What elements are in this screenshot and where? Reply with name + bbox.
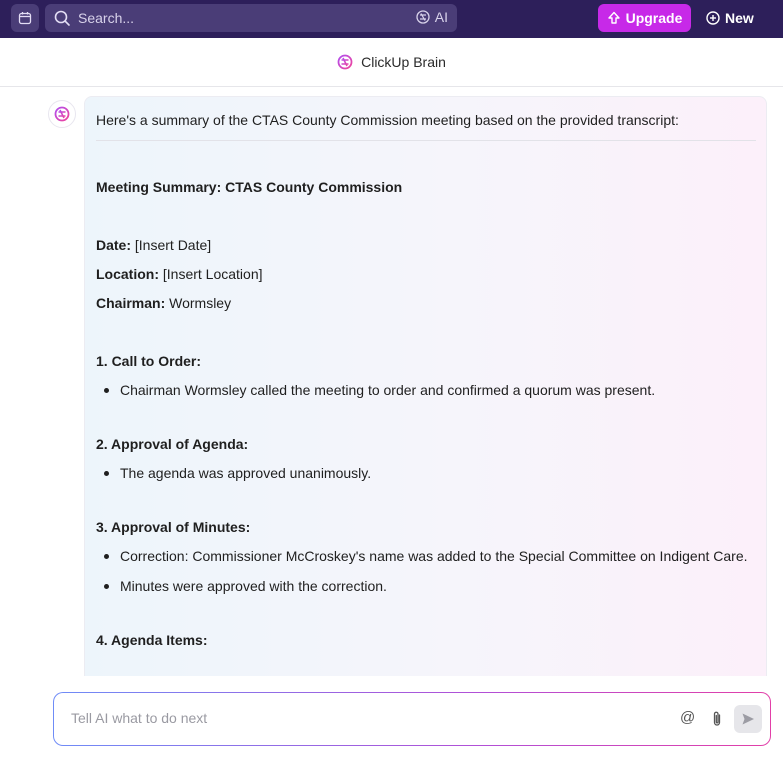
- section-title: 3. Approval of Minutes:: [96, 519, 251, 535]
- divider: [96, 140, 756, 141]
- mention-at-icon[interactable]: @: [680, 709, 695, 726]
- section-title: 4. Agenda Items:: [96, 632, 208, 648]
- list-item: Correction: Commissioner McCroskey's nam…: [104, 547, 748, 566]
- plus-circle-icon: [706, 11, 720, 25]
- top-bar: Search... AI Upgrade New: [0, 0, 783, 38]
- search-icon: [54, 10, 70, 26]
- assistant-message: Here's a summary of the CTAS County Comm…: [84, 96, 767, 676]
- location-label: Location:: [96, 266, 159, 282]
- upgrade-icon: [607, 11, 620, 24]
- send-icon: [742, 713, 754, 725]
- chat-header: ClickUp Brain: [0, 38, 783, 87]
- chairman-value: Wormsley: [169, 295, 232, 311]
- list-item-text: Chairman Wormsley called the meeting to …: [120, 382, 656, 398]
- upgrade-button[interactable]: Upgrade: [598, 4, 691, 32]
- list-item-text: Minutes were approved with the correctio…: [120, 578, 387, 594]
- assistant-avatar: [48, 100, 76, 128]
- section-title: 2. Approval of Agenda:: [96, 436, 249, 452]
- list-item: Chairman Wormsley called the meeting to …: [104, 381, 655, 400]
- date-value: [Insert Date]: [134, 237, 212, 253]
- upgrade-label: Upgrade: [625, 10, 683, 26]
- list-item: Minutes were approved with the correctio…: [104, 577, 387, 596]
- calendar-button[interactable]: [11, 4, 39, 32]
- new-label: New: [725, 10, 754, 26]
- prompt-input[interactable]: [71, 707, 631, 729]
- ai-brain-icon: [416, 10, 430, 24]
- page-title: ClickUp Brain: [361, 54, 446, 70]
- ai-search-toggle[interactable]: AI: [415, 9, 448, 25]
- clickup-brain-avatar-icon: [54, 106, 70, 122]
- location-line: Location: [Insert Location]: [96, 265, 263, 284]
- new-button[interactable]: New: [706, 4, 754, 32]
- section-title: 1. Call to Order:: [96, 353, 202, 369]
- chairman-label: Chairman:: [96, 295, 166, 311]
- date-label: Date:: [96, 237, 132, 253]
- search-placeholder: Search...: [78, 10, 135, 26]
- paperclip-icon[interactable]: [710, 710, 724, 728]
- calendar-icon: [18, 12, 32, 25]
- message-intro: Here's a summary of the CTAS County Comm…: [96, 112, 679, 128]
- summary-heading: Meeting Summary: CTAS County Commission: [96, 179, 403, 195]
- search-bar[interactable]: Search... AI: [45, 4, 457, 32]
- send-button[interactable]: [734, 705, 762, 733]
- list-item-text: Correction: Commissioner McCroskey's nam…: [120, 548, 748, 564]
- ai-label: AI: [434, 9, 448, 25]
- list-item-text: The agenda was approved unanimously.: [120, 465, 372, 481]
- clickup-brain-logo-icon: [337, 54, 353, 70]
- date-line: Date: [Insert Date]: [96, 236, 211, 255]
- prompt-input-container: @: [53, 692, 771, 746]
- chairman-line: Chairman: Wormsley: [96, 294, 231, 313]
- location-value: [Insert Location]: [162, 266, 263, 282]
- list-item: The agenda was approved unanimously.: [104, 464, 371, 483]
